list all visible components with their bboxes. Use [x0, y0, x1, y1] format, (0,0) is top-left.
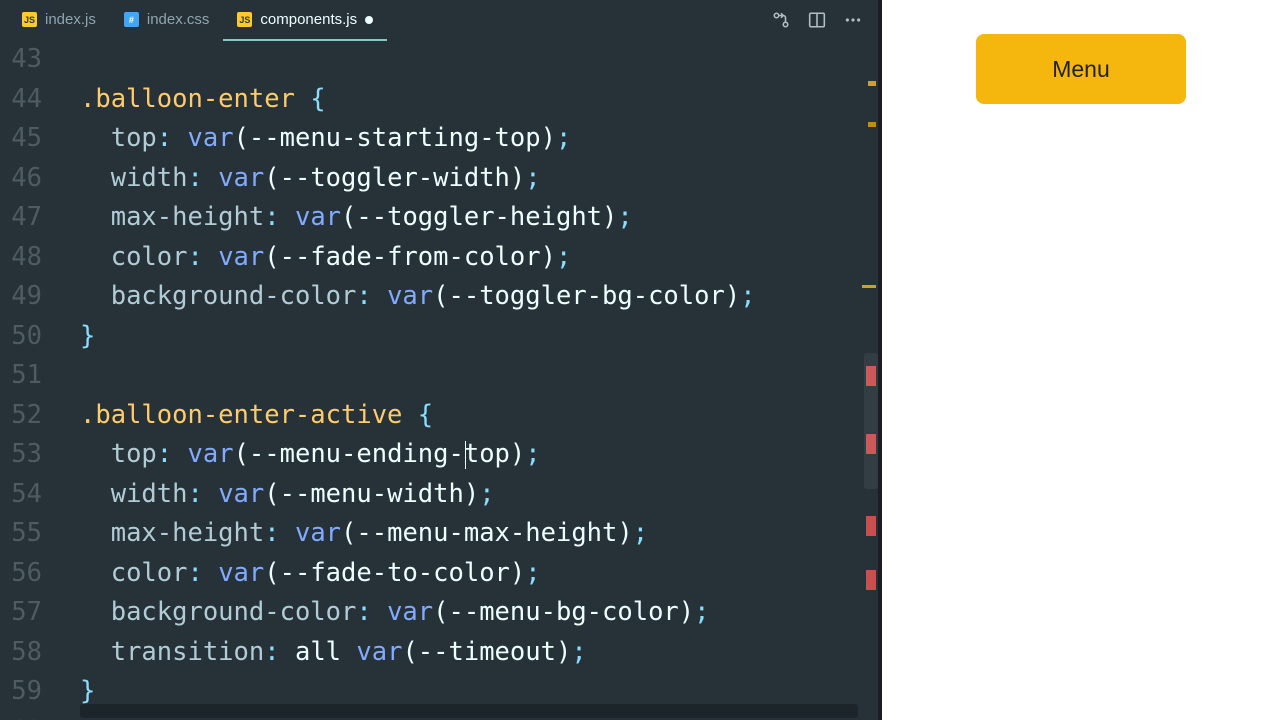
horizontal-scrollbar[interactable]: [80, 704, 858, 718]
tab-label: components.js: [260, 11, 357, 28]
editor-pane: JS index.js # index.css JS components.js: [0, 0, 878, 720]
line-number: 58: [0, 633, 42, 673]
css-file-icon: #: [124, 12, 139, 27]
app-root: JS index.js # index.css JS components.js: [0, 0, 1280, 720]
tab-index-js[interactable]: JS index.js: [8, 0, 110, 40]
editor-actions: [772, 11, 870, 29]
code-line[interactable]: color: var(--fade-to-color);: [80, 554, 878, 594]
line-number: 54: [0, 475, 42, 515]
overview-marker[interactable]: [866, 570, 876, 590]
line-number: 53: [0, 435, 42, 475]
js-file-icon: JS: [22, 12, 37, 27]
line-number: 43: [0, 40, 42, 80]
code-line[interactable]: background-color: var(--menu-bg-color);: [80, 593, 878, 633]
code-line[interactable]: [80, 356, 878, 396]
line-number: 47: [0, 198, 42, 238]
code-line[interactable]: .balloon-enter {: [80, 80, 878, 120]
code-line[interactable]: max-height: var(--menu-max-height);: [80, 514, 878, 554]
code-lines[interactable]: .balloon-enter { top: var(--menu-startin…: [54, 40, 878, 720]
code-line[interactable]: max-height: var(--toggler-height);: [80, 198, 878, 238]
line-number: 49: [0, 277, 42, 317]
code-area[interactable]: 434445464748495051525354555657585960 .ba…: [0, 40, 878, 720]
menu-button[interactable]: Menu: [976, 34, 1186, 104]
code-line[interactable]: top: var(--menu-starting-top);: [80, 119, 878, 159]
line-number: 48: [0, 238, 42, 278]
code-line[interactable]: color: var(--fade-from-color);: [80, 238, 878, 278]
line-number: 50: [0, 317, 42, 357]
line-number: 59: [0, 672, 42, 712]
compare-changes-icon[interactable]: [772, 11, 790, 29]
dirty-indicator-icon: [365, 16, 373, 24]
tab-label: index.css: [147, 11, 210, 28]
overview-marker[interactable]: [868, 122, 876, 127]
overview-marker[interactable]: [868, 81, 876, 86]
more-icon[interactable]: [844, 11, 862, 29]
code-line[interactable]: transition: all var(--timeout);: [80, 633, 878, 673]
js-file-icon: JS: [237, 12, 252, 27]
line-number: 55: [0, 514, 42, 554]
line-number: 45: [0, 119, 42, 159]
line-number: 52: [0, 396, 42, 436]
tab-components-js[interactable]: JS components.js: [223, 0, 387, 40]
line-number: 46: [0, 159, 42, 199]
overview-marker[interactable]: [866, 516, 876, 536]
line-number: 44: [0, 80, 42, 120]
text-cursor: [465, 441, 466, 469]
preview-pane: Menu: [878, 0, 1280, 720]
code-line[interactable]: }: [80, 317, 878, 357]
line-number: 57: [0, 593, 42, 633]
line-number: 56: [0, 554, 42, 594]
split-editor-icon[interactable]: [808, 11, 826, 29]
code-line[interactable]: width: var(--toggler-width);: [80, 159, 878, 199]
line-number-gutter: 434445464748495051525354555657585960: [0, 40, 54, 720]
code-line[interactable]: [80, 40, 878, 80]
line-number: 60: [0, 712, 42, 720]
overview-ruler[interactable]: [862, 40, 878, 720]
tab-label: index.js: [45, 11, 96, 28]
tab-bar: JS index.js # index.css JS components.js: [0, 0, 878, 40]
code-line[interactable]: top: var(--menu-ending-top);: [80, 435, 878, 475]
line-number: 51: [0, 356, 42, 396]
code-line[interactable]: width: var(--menu-width);: [80, 475, 878, 515]
scroll-thumb[interactable]: [864, 353, 878, 489]
code-line[interactable]: background-color: var(--toggler-bg-color…: [80, 277, 878, 317]
tab-index-css[interactable]: # index.css: [110, 0, 224, 40]
code-line[interactable]: .balloon-enter-active {: [80, 396, 878, 436]
overview-marker[interactable]: [862, 285, 876, 288]
